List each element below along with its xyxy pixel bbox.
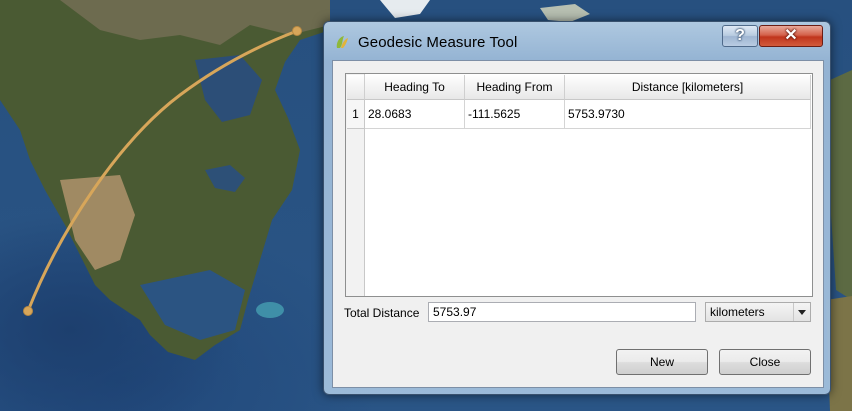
window-title: Geodesic Measure Tool <box>358 34 518 51</box>
geodesic-measure-dialog: Geodesic Measure Tool ? ✕ Heading To Hea… <box>323 21 831 395</box>
close-icon: ✕ <box>784 27 798 44</box>
row-number[interactable]: 1 <box>347 100 365 129</box>
unit-dropdown[interactable]: kilometers <box>705 302 811 322</box>
column-header-distance[interactable]: Distance [kilometers] <box>565 75 811 100</box>
cell-heading-from[interactable]: -111.5625 <box>465 100 565 129</box>
europe-land <box>830 70 852 300</box>
measurements-table[interactable]: Heading To Heading From Distance [kilome… <box>345 73 813 297</box>
measure-start-point[interactable] <box>23 306 33 316</box>
help-button[interactable]: ? <box>722 25 758 47</box>
greenland-ice <box>380 0 430 18</box>
total-distance-label: Total Distance <box>344 306 420 320</box>
window-close-button[interactable]: ✕ <box>759 25 823 47</box>
column-header-heading-from[interactable]: Heading From <box>465 75 565 100</box>
chevron-down-icon <box>798 310 806 315</box>
measure-end-point[interactable] <box>292 26 302 36</box>
bahamas-shallow <box>256 302 284 318</box>
table-corner[interactable] <box>347 75 365 100</box>
unit-selected-value: kilometers <box>710 305 765 319</box>
dropdown-button[interactable] <box>793 303 810 321</box>
help-icon: ? <box>735 27 745 44</box>
title-bar[interactable]: Geodesic Measure Tool ? ✕ <box>324 22 830 60</box>
qgis-app-icon <box>336 36 348 48</box>
total-distance-field[interactable] <box>428 302 696 322</box>
new-button[interactable]: New <box>616 349 708 375</box>
cell-heading-to[interactable]: 28.0683 <box>365 100 465 129</box>
close-button[interactable]: Close <box>719 349 811 375</box>
cell-distance[interactable]: 5753.9730 <box>565 100 811 129</box>
iceland <box>540 4 590 22</box>
column-header-heading-to[interactable]: Heading To <box>365 75 465 100</box>
dialog-body: Heading To Heading From Distance [kilome… <box>332 60 824 388</box>
